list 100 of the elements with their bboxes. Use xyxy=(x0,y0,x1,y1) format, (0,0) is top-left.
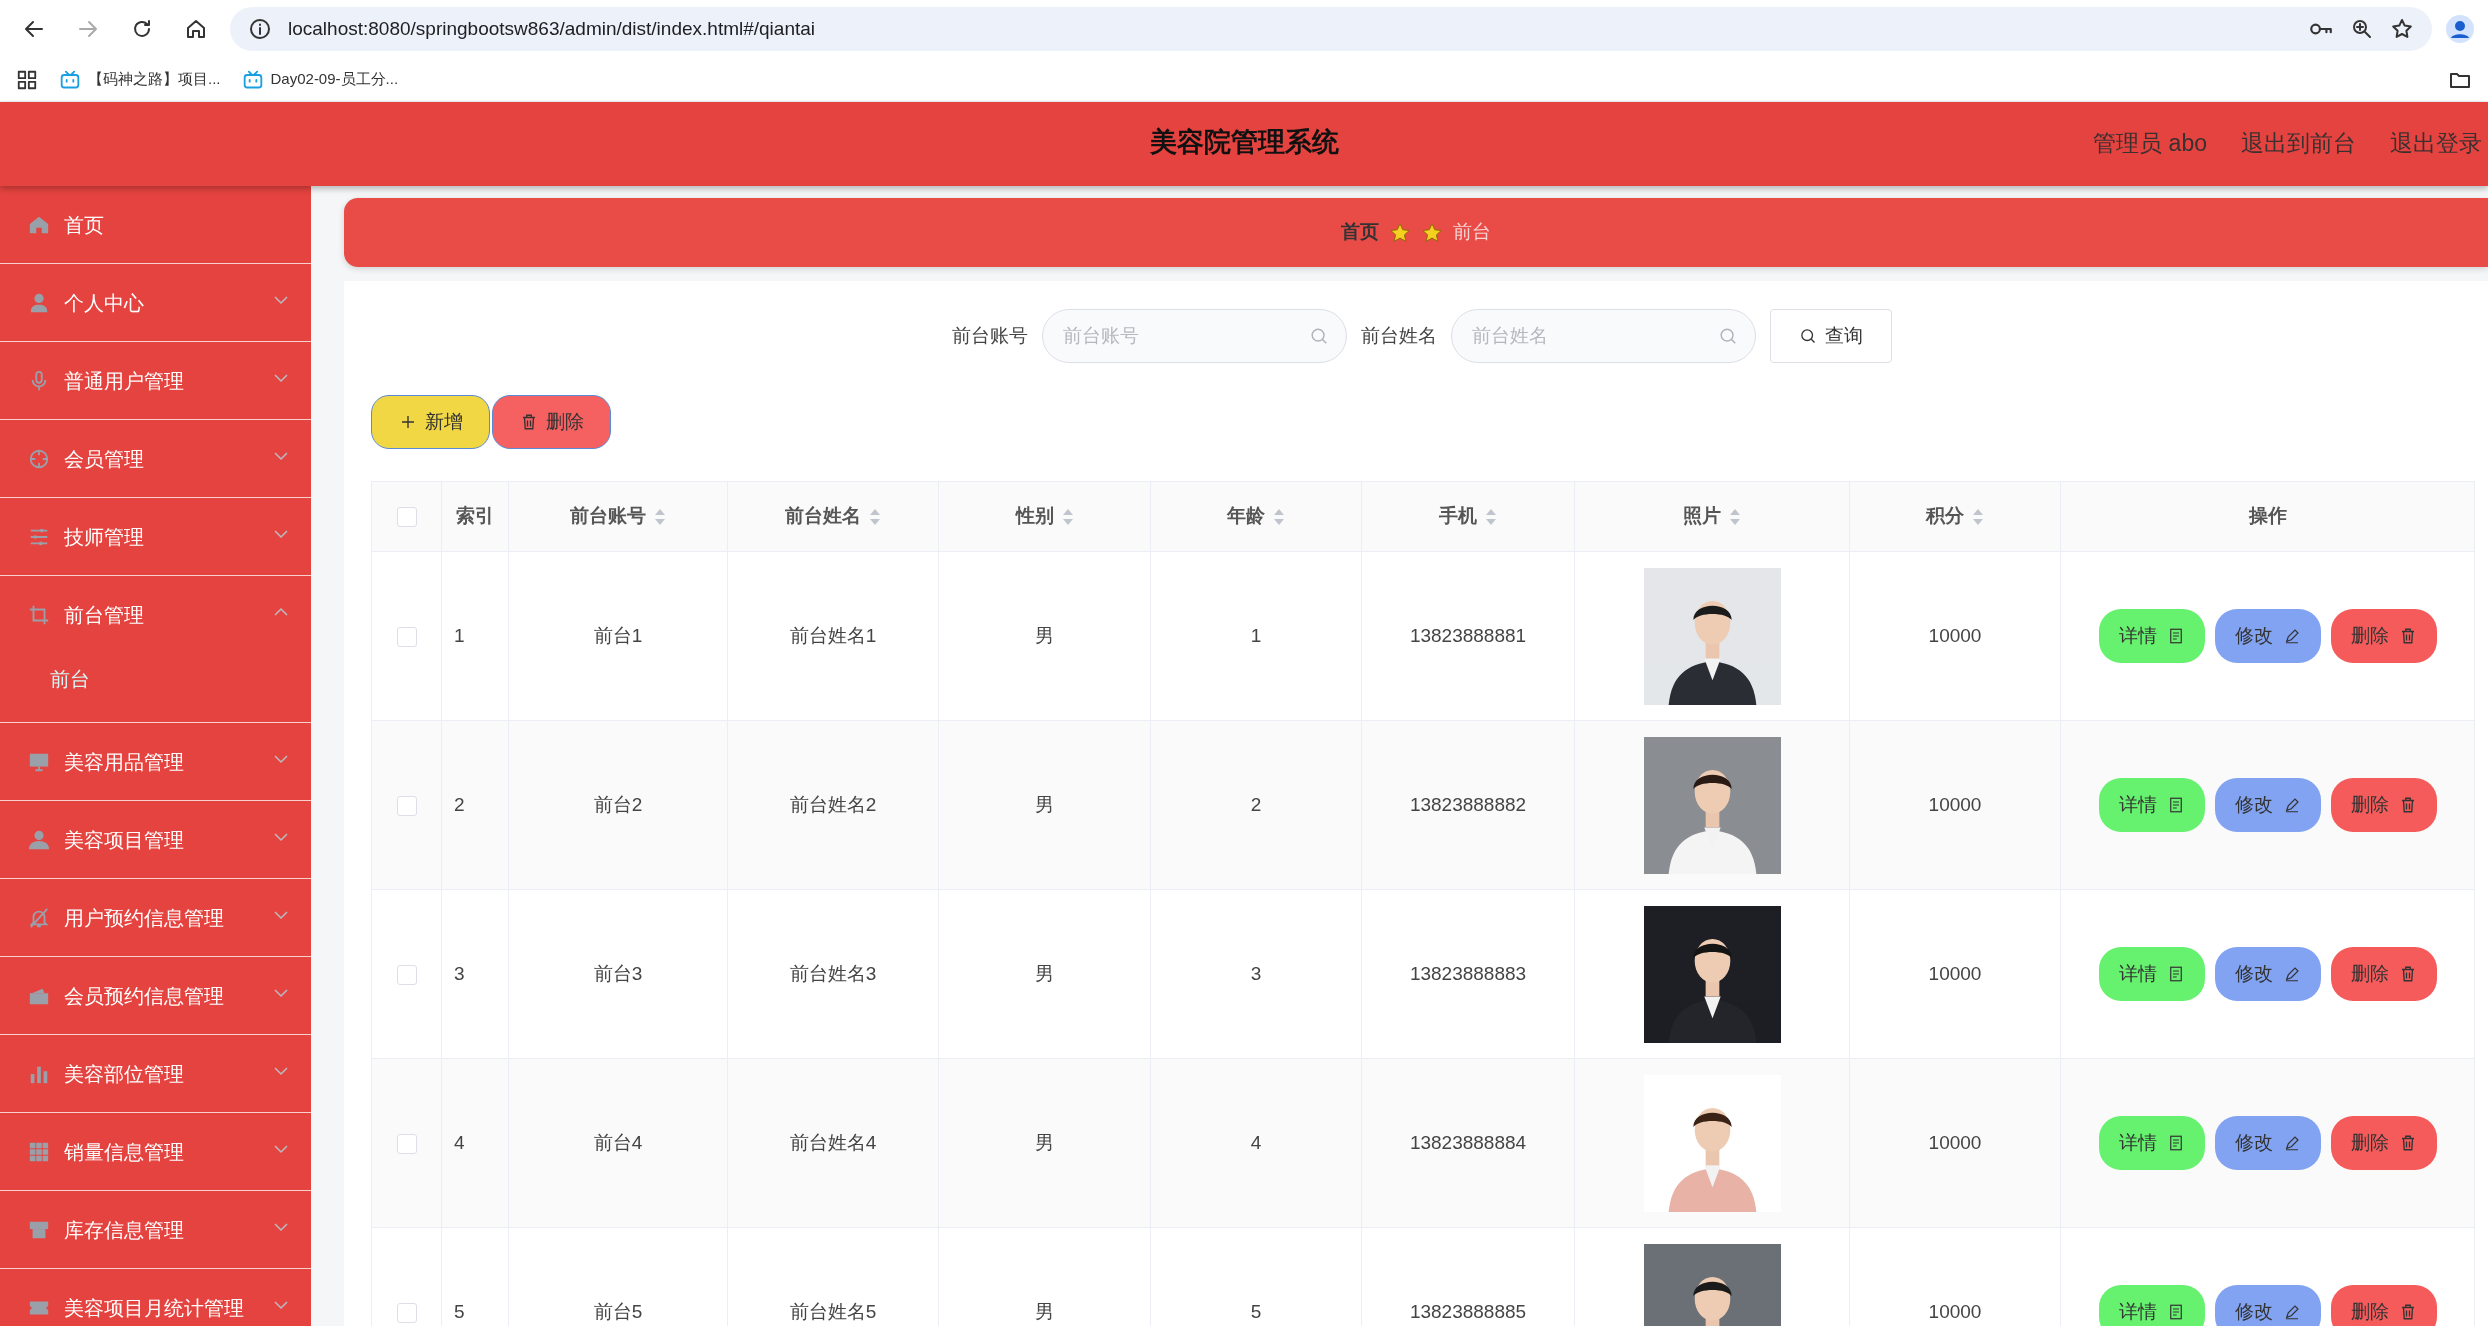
table-cell: 前台4 xyxy=(593,1131,643,1153)
table-cell: 5 xyxy=(1250,1300,1262,1322)
edit-button[interactable]: 修改 xyxy=(2214,778,2321,832)
search-field[interactable]: 前台姓名 xyxy=(1451,309,1756,363)
add-button[interactable]: 新增 xyxy=(371,395,490,449)
search-button[interactable]: 查询 xyxy=(1770,309,1892,363)
table-cell: 10000 xyxy=(1928,1131,1982,1153)
table-cell: 男 xyxy=(1035,624,1054,646)
checkbox[interactable] xyxy=(396,1133,417,1154)
search-field[interactable]: 前台账号 xyxy=(1042,309,1347,363)
table-cell: 10000 xyxy=(1928,1300,1982,1322)
checkbox[interactable] xyxy=(396,626,417,647)
column-header[interactable]: 手机 xyxy=(1439,505,1477,527)
column-header[interactable]: 照片 xyxy=(1683,505,1721,527)
home-icon xyxy=(184,17,208,41)
delete-button[interactable]: 删除 xyxy=(2330,609,2437,663)
crop-icon xyxy=(28,604,50,626)
menu-label: 普通用户管理 xyxy=(64,368,184,394)
table-cell: 前台姓名2 xyxy=(789,793,877,815)
table-cell: 2 xyxy=(454,793,465,815)
detail-button[interactable]: 详情 xyxy=(2098,1116,2205,1170)
table-cell: 13823888884 xyxy=(1409,1131,1527,1153)
table-cell: 13823888883 xyxy=(1409,962,1527,984)
checkbox[interactable] xyxy=(396,795,417,816)
header-link[interactable]: 退出登录 xyxy=(2390,126,2482,161)
profile-icon[interactable] xyxy=(2446,15,2474,43)
menu-label: 会员预约信息管理 xyxy=(64,983,224,1009)
table-cell: 1 xyxy=(454,624,465,646)
table-cell: 4 xyxy=(1250,1131,1262,1153)
table-cell: 前台姓名4 xyxy=(789,1131,877,1153)
table-cell: 5 xyxy=(454,1300,465,1322)
column-header[interactable]: 积分 xyxy=(1926,505,1964,527)
address-bar[interactable]: localhost:8080/springbootsw863/admin/dist/index.html#/qiantai xyxy=(230,7,2432,51)
star-icon xyxy=(1421,221,1443,244)
url-text: localhost:8080/springbootsw863/admin/dist/index.html#/qiantai xyxy=(288,16,816,41)
table-cell: 男 xyxy=(1035,1131,1054,1153)
menu-label: 美容用品管理 xyxy=(64,749,184,775)
delete-button[interactable]: 删除 xyxy=(2330,1285,2437,1326)
table-cell: 13823888882 xyxy=(1409,793,1527,815)
menu-label: 前台管理 xyxy=(64,603,144,628)
detail-button[interactable]: 详情 xyxy=(2098,609,2205,663)
checkbox[interactable] xyxy=(396,1302,417,1323)
menu-label: 首页 xyxy=(64,212,104,238)
person-icon xyxy=(28,828,50,851)
header-link[interactable]: 退出到前台 xyxy=(2241,126,2356,161)
apps-grid-icon[interactable] xyxy=(16,68,38,91)
table-cell: 3 xyxy=(1250,962,1262,984)
table-cell: 前台姓名1 xyxy=(789,624,877,646)
menu-label: 美容项目月统计管理 xyxy=(64,1295,244,1321)
checkbox[interactable] xyxy=(396,507,417,528)
menu-label: 个人中心 xyxy=(64,290,144,316)
detail-button[interactable]: 详情 xyxy=(2098,1285,2205,1326)
table-cell: 男 xyxy=(1035,793,1054,815)
edit-button[interactable]: 修改 xyxy=(2214,1285,2321,1326)
table-cell: 前台5 xyxy=(593,1300,643,1322)
star-icon xyxy=(1389,221,1411,244)
edit-button[interactable]: 修改 xyxy=(2214,609,2321,663)
table-cell: 3 xyxy=(454,962,465,984)
column-header: 操作 xyxy=(2248,505,2287,527)
table-cell: 4 xyxy=(454,1131,465,1153)
menu-label: 库存信息管理 xyxy=(64,1217,184,1243)
table-cell: 前台姓名5 xyxy=(789,1300,877,1322)
crosshair-icon xyxy=(28,447,50,470)
column-header[interactable]: 前台账号 xyxy=(570,505,646,527)
zoom-icon[interactable] xyxy=(2350,17,2374,41)
star-icon[interactable] xyxy=(2390,17,2414,41)
table-cell: 1 xyxy=(1250,624,1262,646)
detail-button[interactable]: 详情 xyxy=(2098,947,2205,1001)
column-header: 索引 xyxy=(456,505,494,527)
breadcrumb-item: 前台 xyxy=(1453,220,1491,245)
menu-label: 会员管理 xyxy=(64,446,144,472)
menu-label: 技师管理 xyxy=(64,524,144,550)
menu-label: 美容部位管理 xyxy=(64,1061,184,1087)
bookmark[interactable]: 【码神之路】项目... xyxy=(60,68,221,91)
grid-icon xyxy=(28,1140,50,1163)
delete-button[interactable]: 删除 xyxy=(2330,1116,2437,1170)
edit-button[interactable]: 修改 xyxy=(2214,947,2321,1001)
table-cell: 前台姓名3 xyxy=(789,962,877,984)
field-label: 前台账号 xyxy=(952,323,1028,348)
table-cell: 13823888881 xyxy=(1409,624,1527,646)
column-header[interactable]: 年龄 xyxy=(1227,505,1265,527)
table-cell: 10000 xyxy=(1928,962,1982,984)
delete-button[interactable]: 删除 xyxy=(2330,778,2437,832)
submenu-item[interactable]: 前台 xyxy=(0,654,311,704)
header-link[interactable]: 管理员 abo xyxy=(2093,126,2207,161)
delete-button[interactable]: 删除 xyxy=(2330,947,2437,1001)
edit-button[interactable]: 修改 xyxy=(2214,1116,2321,1170)
bookmark[interactable]: Day02-09-员工分... xyxy=(242,68,399,91)
sidebar-item[interactable]: 前台管理 xyxy=(0,576,311,654)
tv-icon xyxy=(60,69,80,90)
table-cell: 男 xyxy=(1035,1300,1054,1322)
bell-off-icon xyxy=(28,906,50,929)
delete-button[interactable]: 删除 xyxy=(492,395,611,449)
column-header[interactable]: 前台姓名 xyxy=(785,505,861,527)
detail-button[interactable]: 详情 xyxy=(2098,778,2205,832)
checkbox[interactable] xyxy=(396,964,417,985)
search-icon xyxy=(1799,327,1817,345)
table-cell: 前台1 xyxy=(593,624,643,646)
column-header[interactable]: 性别 xyxy=(1015,505,1054,527)
breadcrumb-item[interactable]: 首页 xyxy=(1341,218,1379,247)
